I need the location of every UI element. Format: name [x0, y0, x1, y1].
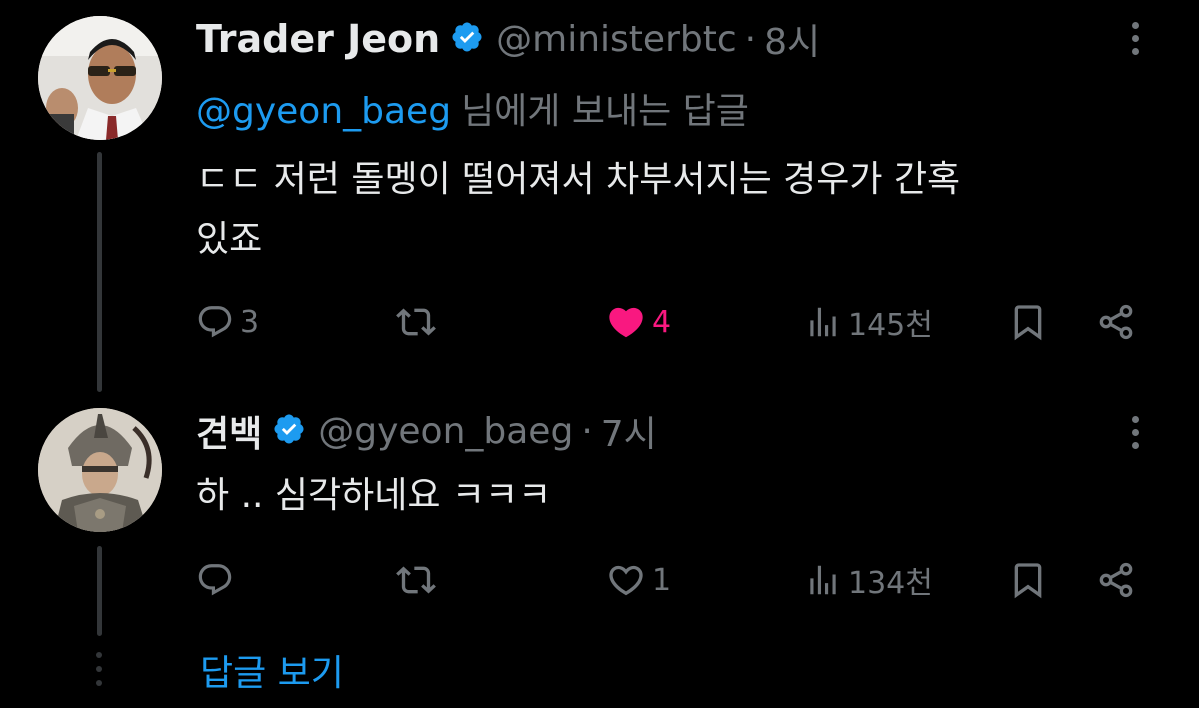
timestamp[interactable]: 8시: [764, 13, 820, 65]
tweet-text-line: 있죠: [196, 219, 263, 260]
reply-count: 3: [240, 304, 260, 340]
bookmark-button[interactable]: [1008, 298, 1048, 346]
heart-outline-icon: [609, 565, 643, 596]
tweet-text: 하 .. 심각하네요 ㅋㅋㅋ: [196, 466, 1156, 526]
retweet-icon: [396, 566, 436, 594]
views-button[interactable]: 145천: [804, 298, 933, 346]
share-button[interactable]: [1096, 298, 1136, 346]
reply-suffix: 님에게 보내는 답글: [461, 91, 749, 132]
action-bar: 3 4 145천: [196, 298, 1146, 346]
separator-dot: ·: [581, 410, 593, 452]
heart-filled-icon: [609, 307, 643, 338]
reply-thread: Trader Jeon @ministerbtc · 8시 @gyeon_bae…: [0, 0, 1199, 708]
tweet-text: ㄷㄷ 저런 돌멩이 떨어져서 차부서지는 경우가 간혹 있죠: [196, 150, 1156, 270]
timestamp[interactable]: 7시: [601, 405, 657, 457]
tweet-text-line: 하 .. 심각하네요 ㅋㅋㅋ: [196, 475, 552, 516]
more-options-icon[interactable]: [1132, 416, 1140, 455]
thread-continuation-dots: [96, 652, 104, 694]
avatar[interactable]: [38, 16, 162, 140]
tweet-header: 견백 @gyeon_baeg · 7시: [196, 406, 657, 456]
tweet-header: Trader Jeon @ministerbtc · 8시: [196, 14, 820, 64]
views-icon: [810, 565, 836, 595]
retweet-icon: [396, 308, 436, 336]
views-count: 145천: [848, 308, 933, 343]
action-bar: 1 134천: [196, 556, 1146, 604]
bookmark-icon: [1014, 305, 1042, 341]
verified-badge-icon: [272, 412, 306, 450]
display-name[interactable]: Trader Jeon: [196, 17, 440, 61]
like-button[interactable]: 1: [606, 556, 671, 604]
separator-dot: ·: [744, 18, 757, 60]
share-icon: [1099, 304, 1133, 340]
bookmark-button[interactable]: [1008, 556, 1048, 604]
replying-to: @gyeon_baeg 님에게 보내는 답글: [196, 82, 749, 134]
show-replies-link[interactable]: 답글 보기: [200, 644, 344, 696]
reply-button[interactable]: [196, 556, 240, 604]
reply-icon: [198, 564, 232, 596]
views-count: 134천: [848, 566, 933, 601]
share-icon: [1099, 562, 1133, 598]
thread-connector-line: [97, 152, 102, 392]
reply-icon: [198, 306, 232, 338]
like-count: 4: [652, 304, 672, 340]
views-button[interactable]: 134천: [804, 556, 933, 604]
verified-badge-icon: [450, 20, 484, 58]
like-button[interactable]: 4: [606, 298, 671, 346]
retweet-button[interactable]: [396, 556, 442, 604]
display-name[interactable]: 견백: [196, 405, 262, 457]
reply-mention-link[interactable]: @gyeon_baeg: [196, 91, 451, 132]
like-count: 1: [652, 562, 672, 598]
user-handle[interactable]: @gyeon_baeg: [318, 411, 573, 452]
user-handle[interactable]: @ministerbtc: [496, 19, 736, 60]
reply-button[interactable]: 3: [196, 298, 259, 346]
retweet-button[interactable]: [396, 298, 442, 346]
views-icon: [810, 307, 836, 337]
tweet-text-line: ㄷㄷ 저런 돌멩이 떨어져서 차부서지는 경우가 간혹: [196, 159, 961, 200]
bookmark-icon: [1014, 563, 1042, 599]
share-button[interactable]: [1096, 556, 1136, 604]
avatar[interactable]: [38, 408, 162, 532]
more-options-icon[interactable]: [1132, 22, 1140, 61]
thread-connector-line: [97, 546, 102, 636]
